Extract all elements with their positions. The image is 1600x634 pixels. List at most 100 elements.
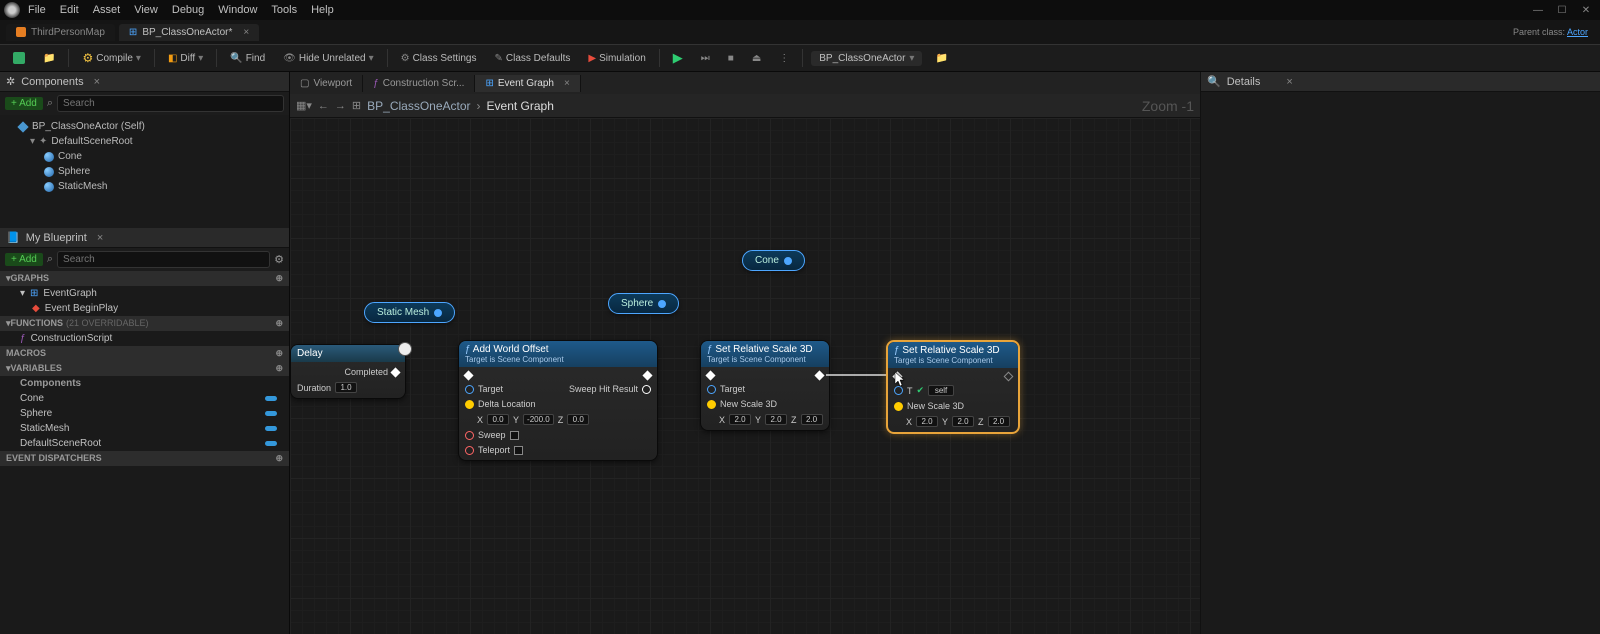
- eject-button[interactable]: ⏏: [747, 51, 766, 66]
- graph-nav-menu[interactable]: ▦▾: [296, 99, 312, 112]
- eventgraph-item[interactable]: ▾⊞EventGraph: [0, 286, 289, 301]
- breadcrumb-leaf[interactable]: Event Graph: [487, 99, 554, 113]
- var-sphere[interactable]: Sphere: [0, 406, 289, 421]
- tab-viewport[interactable]: ▢Viewport: [290, 75, 363, 92]
- node-delay[interactable]: Delay Completed Duration1.0: [290, 344, 406, 399]
- components-add-button[interactable]: + Add: [5, 97, 43, 110]
- event-dispatchers-section[interactable]: EVENT DISPATCHERS⊕: [0, 451, 289, 466]
- find-button[interactable]: 🔍Find: [225, 51, 270, 66]
- node-set-scale-1[interactable]: ƒ Set Relative Scale 3D Target is Scene …: [700, 340, 830, 431]
- exec-out-pin[interactable]: [1004, 372, 1014, 382]
- menu-view[interactable]: View: [134, 4, 158, 16]
- macros-section[interactable]: MACROS⊕: [0, 346, 289, 361]
- menu-file[interactable]: File: [28, 4, 46, 16]
- my-blueprint-close[interactable]: ×: [97, 232, 103, 244]
- blueprint-add-button[interactable]: + Add: [5, 253, 43, 266]
- menu-edit[interactable]: Edit: [60, 4, 79, 16]
- z-input[interactable]: 2.0: [988, 416, 1010, 427]
- simulation-button[interactable]: ▶Simulation: [583, 51, 650, 66]
- teleport-pin[interactable]: [465, 446, 474, 455]
- self-target[interactable]: self: [928, 385, 954, 396]
- construction-script-item[interactable]: ƒConstructionScript: [0, 331, 289, 346]
- node-var-sphere[interactable]: Sphere: [608, 293, 679, 314]
- output-pin[interactable]: [784, 257, 792, 265]
- file-tab-blueprint[interactable]: ⊞ BP_ClassOneActor* ×: [119, 24, 259, 41]
- nav-back[interactable]: ←: [318, 100, 329, 112]
- exec-out-pin[interactable]: [815, 371, 825, 381]
- menu-window[interactable]: Window: [218, 4, 257, 16]
- tree-item-scene-root[interactable]: ▾✦DefaultSceneRoot: [0, 134, 289, 149]
- exec-in-pin[interactable]: [464, 371, 474, 381]
- parent-class-link[interactable]: Actor: [1567, 27, 1588, 37]
- save-button[interactable]: [8, 50, 30, 66]
- var-cone[interactable]: Cone: [0, 391, 289, 406]
- components-search-input[interactable]: [57, 95, 284, 112]
- add-dispatcher-icon[interactable]: ⊕: [275, 453, 283, 464]
- details-close[interactable]: ×: [1286, 76, 1292, 88]
- output-pin[interactable]: [434, 309, 442, 317]
- file-tab-map[interactable]: ThirdPersonMap: [6, 24, 115, 41]
- blueprint-settings-icon[interactable]: ⚙: [274, 253, 284, 266]
- node-var-cone[interactable]: Cone: [742, 250, 805, 271]
- node-var-static-mesh[interactable]: Static Mesh: [364, 302, 455, 323]
- menu-help[interactable]: Help: [311, 4, 334, 16]
- tab-event-graph[interactable]: ⊞Event Graph×: [475, 75, 580, 92]
- graphs-section[interactable]: ▾ GRAPHS⊕: [0, 271, 289, 286]
- functions-section[interactable]: ▾ FUNCTIONS (21 OVERRIDABLE)⊕: [0, 316, 289, 331]
- blueprint-search-input[interactable]: [57, 251, 270, 268]
- target-pin[interactable]: [707, 385, 716, 394]
- var-sceneroot[interactable]: DefaultSceneRoot: [0, 436, 289, 451]
- menu-tools[interactable]: Tools: [271, 4, 297, 16]
- browse-button[interactable]: 📁: [38, 51, 60, 66]
- add-graph-icon[interactable]: ⊕: [275, 273, 283, 284]
- y-input[interactable]: 2.0: [765, 414, 787, 425]
- tree-item-sphere[interactable]: Sphere: [0, 164, 289, 179]
- window-minimize[interactable]: —: [1528, 2, 1548, 18]
- tree-item-root[interactable]: BP_ClassOneActor (Self): [0, 119, 289, 134]
- exec-out-pin[interactable]: [391, 367, 401, 377]
- node-add-world-offset[interactable]: ƒ Add World Offset Target is Scene Compo…: [458, 340, 658, 461]
- nav-expand[interactable]: ⊞: [352, 99, 361, 112]
- sweep-pin[interactable]: [465, 431, 474, 440]
- output-pin[interactable]: [658, 300, 666, 308]
- class-defaults-button[interactable]: ✎Class Defaults: [490, 51, 576, 66]
- z-input[interactable]: 2.0: [801, 414, 823, 425]
- teleport-checkbox[interactable]: [514, 446, 523, 455]
- event-beginplay-item[interactable]: ◆Event BeginPlay: [0, 301, 289, 316]
- compile-button[interactable]: ⚙Compile▾: [77, 49, 145, 67]
- nav-forward[interactable]: →: [335, 100, 346, 112]
- x-input[interactable]: 2.0: [916, 416, 938, 427]
- target-pin[interactable]: [465, 385, 474, 394]
- scale-pin[interactable]: [894, 402, 903, 411]
- stop-button[interactable]: ■: [723, 51, 739, 66]
- tree-item-cone[interactable]: Cone: [0, 149, 289, 164]
- tree-item-staticmesh[interactable]: StaticMesh: [0, 179, 289, 194]
- graph-canvas[interactable]: Static Mesh Sphere Cone Delay Completed …: [290, 118, 1200, 634]
- x-input[interactable]: 2.0: [729, 414, 751, 425]
- duration-value[interactable]: 1.0: [335, 382, 357, 393]
- menu-debug[interactable]: Debug: [172, 4, 204, 16]
- locate-button[interactable]: 📁: [930, 51, 952, 66]
- exec-in-pin[interactable]: [706, 371, 716, 381]
- tab-construction[interactable]: ƒConstruction Scr...: [363, 75, 475, 92]
- delta-pin[interactable]: [465, 400, 474, 409]
- menu-asset[interactable]: Asset: [93, 4, 121, 16]
- var-staticmesh[interactable]: StaticMesh: [0, 421, 289, 436]
- breadcrumb-root[interactable]: BP_ClassOneActor: [367, 99, 470, 113]
- add-function-icon[interactable]: ⊕: [275, 318, 283, 329]
- y-input[interactable]: -200.0: [523, 414, 554, 425]
- sweep-checkbox[interactable]: [510, 431, 519, 440]
- tab-close-icon[interactable]: ×: [243, 27, 249, 38]
- components-close[interactable]: ×: [94, 76, 100, 88]
- add-macro-icon[interactable]: ⊕: [275, 348, 283, 359]
- y-input[interactable]: 2.0: [952, 416, 974, 427]
- class-settings-button[interactable]: ⚙Class Settings: [396, 51, 482, 66]
- add-variable-icon[interactable]: ⊕: [275, 363, 283, 374]
- exec-out-pin[interactable]: [643, 371, 653, 381]
- z-input[interactable]: 0.0: [567, 414, 589, 425]
- variables-section[interactable]: ▾ VARIABLES⊕: [0, 361, 289, 376]
- window-maximize[interactable]: ☐: [1552, 2, 1572, 18]
- hide-unrelated-button[interactable]: 👁Hide Unrelated▾: [278, 51, 378, 66]
- components-vars-header[interactable]: Components: [0, 376, 289, 391]
- step-button[interactable]: ⏭: [696, 51, 715, 66]
